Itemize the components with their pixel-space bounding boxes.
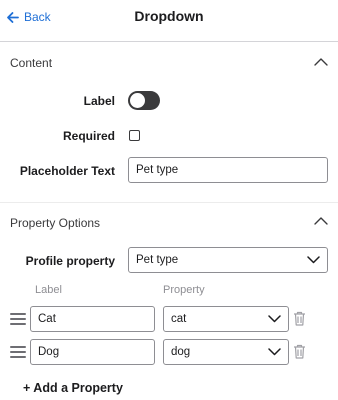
profile-property-label: Profile property xyxy=(25,254,115,268)
placeholder-field-label: Placeholder Text xyxy=(19,164,115,178)
trash-icon[interactable] xyxy=(293,311,306,326)
profile-property-value: Pet type xyxy=(136,254,179,266)
drag-handle-icon[interactable] xyxy=(10,313,26,328)
chevron-up-icon[interactable] xyxy=(314,57,328,66)
option-property-value: dog xyxy=(171,346,191,358)
chevron-down-icon xyxy=(307,256,320,264)
top-bar: Back Dropdown xyxy=(0,0,338,42)
option-property-select[interactable]: dog xyxy=(163,339,289,365)
option-property-select[interactable]: cat xyxy=(163,306,289,332)
profile-property-select[interactable]: Pet type xyxy=(128,247,328,273)
option-label-input[interactable]: Cat xyxy=(30,306,155,332)
property-options-title: Property Options xyxy=(10,216,101,230)
label-field-label: Label xyxy=(83,94,115,108)
label-column-header: Label xyxy=(35,284,62,296)
trash-icon[interactable] xyxy=(293,344,306,359)
option-property-value: cat xyxy=(171,313,187,325)
page-title: Dropdown xyxy=(134,8,204,24)
chevron-down-icon xyxy=(268,348,281,356)
chevron-down-icon xyxy=(268,315,281,323)
property-column-header: Property xyxy=(163,284,205,296)
content-section-header[interactable]: Content xyxy=(0,42,338,82)
chevron-up-icon[interactable] xyxy=(314,216,328,225)
toggle-knob xyxy=(130,93,145,108)
required-field-label: Required xyxy=(62,129,115,143)
label-toggle[interactable] xyxy=(128,91,160,110)
property-options-header[interactable]: Property Options xyxy=(0,203,338,243)
drag-handle-icon[interactable] xyxy=(10,346,26,361)
add-property-button[interactable]: + Add a Property xyxy=(23,381,123,395)
content-section-title: Content xyxy=(10,56,53,70)
placeholder-text-input[interactable]: Pet type xyxy=(128,157,328,183)
required-checkbox[interactable] xyxy=(129,130,140,141)
option-label-input[interactable]: Dog xyxy=(30,339,155,365)
